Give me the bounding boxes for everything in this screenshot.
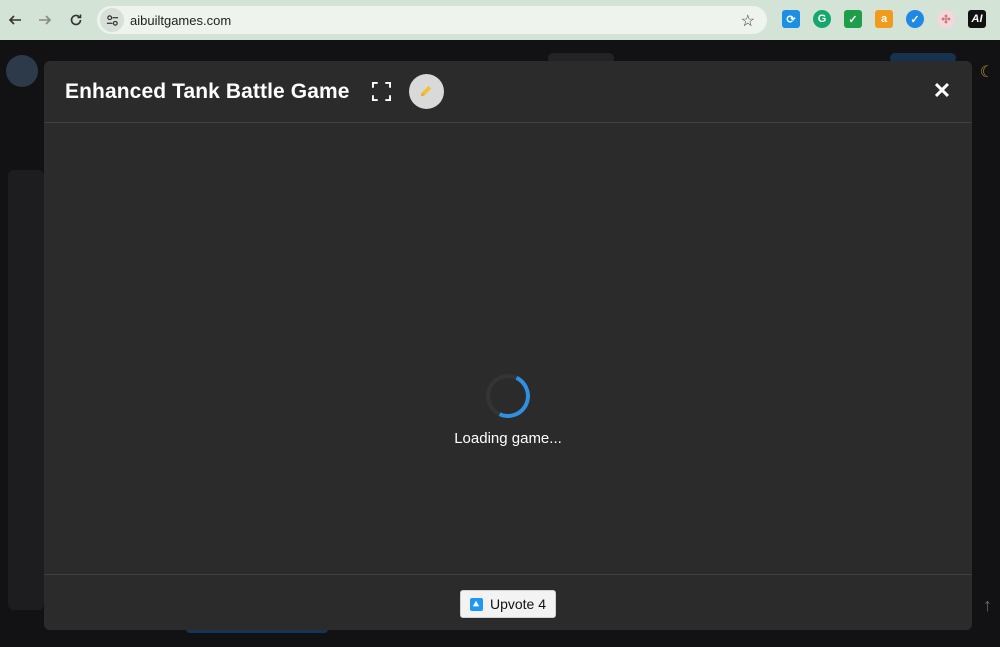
refresh-ext-icon[interactable]: ⟳	[782, 10, 800, 28]
verified-ext-icon[interactable]: ✓	[906, 10, 924, 28]
arrow-left-icon	[8, 15, 21, 25]
amazon-icon[interactable]: a	[875, 10, 893, 28]
upvote-button[interactable]: Upvote 4	[460, 590, 556, 618]
address-bar[interactable]: aibuiltgames.com ☆	[97, 6, 767, 34]
modal-footer: Upvote 4	[44, 574, 972, 630]
ai-ext-icon[interactable]: AI	[968, 10, 986, 28]
extensions-bar: ⟳ G ✓ a ✓ ✣ AI	[782, 10, 999, 28]
close-button[interactable]: ✕	[932, 80, 952, 102]
loading-text: Loading game...	[454, 430, 562, 447]
game-frame: Loading game...	[44, 124, 972, 574]
site-logo	[6, 55, 38, 87]
pencil-icon	[420, 85, 431, 97]
bookmark-star-icon[interactable]: ☆	[741, 11, 755, 31]
upvote-label: Upvote 4	[489, 596, 547, 612]
arrow-right-icon	[39, 15, 52, 25]
forward-button[interactable]	[34, 9, 56, 31]
loading-spinner	[479, 367, 537, 425]
site-info-icon[interactable]	[100, 8, 124, 32]
fullscreen-icon	[372, 82, 392, 101]
game-modal: Enhanced Tank Battle Game ✕ Loading game…	[44, 61, 972, 630]
fullscreen-button[interactable]	[371, 81, 393, 103]
theme-moon-icon: ☾	[979, 64, 994, 81]
scroll-top-icon: ↑	[983, 595, 992, 615]
browser-toolbar: aibuiltgames.com ☆ ⟳ G ✓ a ✓ ✣ AI	[0, 0, 1000, 40]
modal-title: Enhanced Tank Battle Game	[65, 79, 350, 103]
url-text: aibuiltgames.com	[130, 12, 232, 28]
modal-header: Enhanced Tank Battle Game ✕	[44, 61, 972, 123]
back-button[interactable]	[4, 9, 26, 31]
background-game-card	[8, 170, 44, 610]
reload-button[interactable]	[65, 9, 87, 31]
reload-icon	[70, 14, 82, 26]
edit-pencil-button[interactable]	[408, 74, 444, 109]
upvote-arrow-icon	[469, 597, 483, 611]
color-ext-icon[interactable]: ✣	[937, 10, 955, 28]
grammarly-icon[interactable]: G	[813, 10, 831, 28]
check-ext-icon[interactable]: ✓	[844, 10, 862, 28]
